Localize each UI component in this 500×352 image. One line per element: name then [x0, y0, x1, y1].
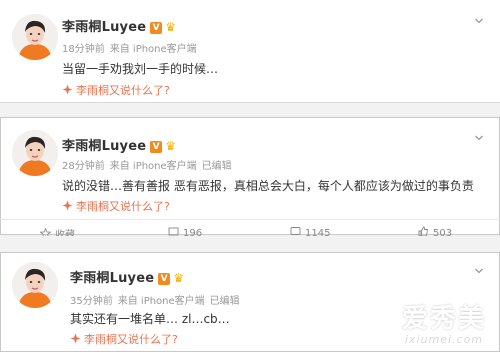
thumbs-up-icon: [418, 226, 429, 236]
site-watermark: 爱秀美 ixiumei.com: [402, 305, 486, 346]
topic-tag-icon: [62, 200, 73, 211]
verified-badge-icon: V: [150, 22, 163, 34]
watermark-logo: 爱秀美: [401, 304, 486, 334]
comment-button[interactable]: 1145: [290, 226, 330, 236]
chevron-down-icon[interactable]: [474, 16, 484, 26]
comment-icon: [290, 227, 301, 235]
post-time[interactable]: 18分钟前: [62, 44, 105, 55]
user-avatar[interactable]: [12, 14, 58, 60]
post-time[interactable]: 35分钟前: [70, 296, 113, 307]
post-text: 当留一手劝我刘一手的时候…: [62, 62, 219, 76]
repost-button[interactable]: 196: [168, 226, 202, 236]
topic-link[interactable]: 李雨桐又说什么了?: [62, 82, 170, 98]
post-source[interactable]: 来自 iPhone客户端: [118, 296, 205, 307]
topic-link[interactable]: 李雨桐又说什么了?: [62, 198, 170, 214]
topic-tag-icon: [62, 84, 73, 95]
user-avatar[interactable]: [12, 130, 58, 176]
favorite-button[interactable]: 收藏: [40, 226, 75, 236]
post-source[interactable]: 来自 iPhone客户端: [110, 161, 197, 172]
post-text: 其实还有一堆名单… zl…cb…: [70, 312, 230, 326]
post-source[interactable]: 来自 iPhone客户端: [110, 44, 197, 55]
repost-icon: [168, 227, 179, 236]
post-time[interactable]: 28分钟前: [62, 161, 105, 172]
user-avatar[interactable]: [12, 262, 58, 308]
post-text: 说的没错…善有善报 恶有恶报，真相总会大白，每个人都应该为做过的事负责: [62, 179, 474, 193]
post-meta: 28分钟前 来自 iPhone客户端 已编辑: [62, 157, 232, 172]
crown-icon: ♛: [165, 20, 177, 34]
crown-icon: ♛: [173, 271, 185, 285]
edited-label[interactable]: 已编辑: [202, 161, 232, 172]
like-button[interactable]: 503: [418, 226, 452, 236]
user-name[interactable]: 李雨桐Luyee V ♛: [70, 267, 184, 286]
watermark-url: ixiumei.com: [404, 333, 484, 346]
chevron-down-icon[interactable]: [474, 266, 484, 276]
crown-icon: ♛: [165, 139, 177, 153]
topic-tag-icon: [70, 333, 81, 344]
verified-badge-icon: V: [150, 141, 163, 153]
user-name[interactable]: 李雨桐Luyee V ♛: [62, 135, 176, 154]
post-meta: 18分钟前 来自 iPhone客户端: [62, 40, 197, 55]
post-meta: 35分钟前 来自 iPhone客户端 已编辑: [70, 292, 240, 307]
user-name[interactable]: 李雨桐Luyee V ♛: [62, 16, 176, 35]
chevron-down-icon[interactable]: [474, 133, 484, 143]
verified-badge-icon: V: [158, 273, 171, 285]
card-divider: [0, 219, 500, 220]
star-icon: [40, 228, 51, 236]
topic-link[interactable]: 李雨桐又说什么了?: [70, 331, 178, 347]
edited-label[interactable]: 已编辑: [210, 296, 240, 307]
action-bar: 收藏 196 1145 503: [0, 224, 500, 236]
